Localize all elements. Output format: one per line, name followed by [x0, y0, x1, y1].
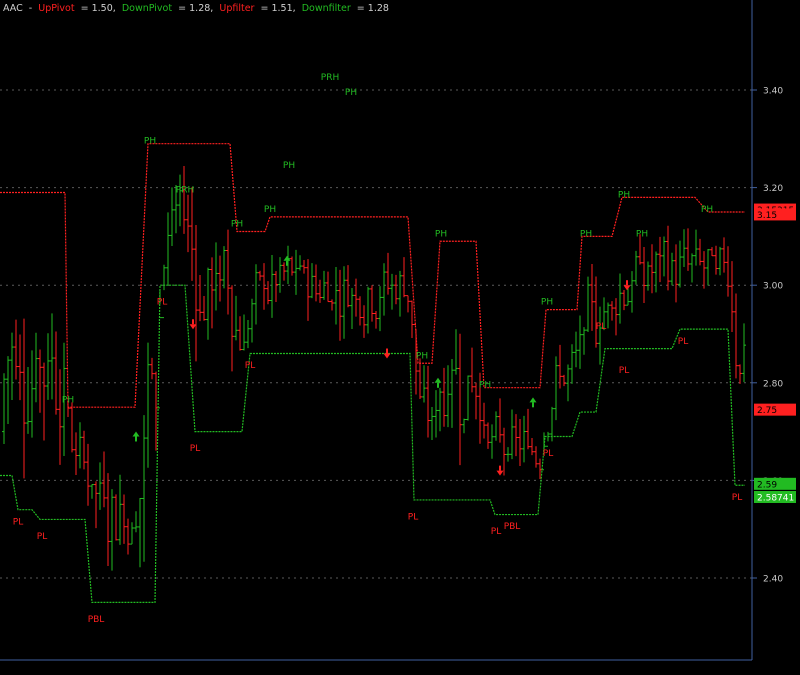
pivot-label: PH — [345, 88, 357, 98]
price-tag-label: 2.75 — [757, 406, 777, 416]
y-tick-label: 2.40 — [763, 575, 783, 585]
pivot-label: PL — [678, 337, 688, 347]
pivot-label: PL — [491, 527, 501, 537]
header-down-pivot-value: = 1.28, — [175, 3, 216, 14]
y-tick-label: 3.40 — [763, 87, 783, 97]
pivot-label: PH — [580, 229, 592, 239]
price-tag-label: 3.15 — [757, 211, 777, 221]
pivot-label: PL — [408, 512, 418, 522]
price-tag-label: 2.59 — [757, 480, 777, 490]
header-down-filter-label: Downfilter — [302, 3, 351, 14]
pivot-label: PH — [435, 229, 447, 239]
ohlc-chart[interactable]: PL PL PH PBL PH PL PRH PL PH PL PH PH PRH PH PL PH PH PH P… — [0, 0, 800, 671]
pivot-label: PH — [283, 161, 295, 171]
pivot-label: PL — [543, 449, 553, 459]
pivot-label: PRH — [176, 185, 194, 195]
chart-area[interactable]: PL PL PH PBL PH PL PRH PL PH PL PH PH PRH PH PL PH PH PH P… — [0, 0, 800, 671]
y-tick-label: 3.00 — [763, 282, 783, 292]
pivot-label: PL — [596, 322, 606, 332]
chart-header: AAC - UpPivot = 1.50, DownPivot = 1.28, … — [3, 3, 389, 14]
price-tag-label: 2.58741 — [757, 493, 794, 503]
pivot-label: PL — [157, 298, 167, 308]
header-up-pivot-value: = 1.50, — [78, 3, 119, 14]
pivot-label: PH — [636, 229, 648, 239]
header-up-pivot-label: UpPivot — [38, 3, 75, 14]
header-up-filter-label: Upfilter — [219, 3, 254, 14]
pivot-label: PL — [13, 517, 23, 527]
price-tag: 3.15 — [754, 208, 796, 221]
pivot-label: PL — [732, 493, 742, 503]
pivot-label: PL — [37, 532, 47, 542]
header-down-pivot-label: DownPivot — [122, 3, 173, 14]
price-tag: 2.59 — [754, 477, 796, 490]
header-down-filter-value: = 1.28 — [354, 3, 389, 14]
pivot-label: PRH — [321, 73, 339, 83]
pivot-label: PH — [144, 137, 156, 147]
pivot-label: PH — [701, 205, 713, 215]
header-up-filter-value: = 1.51, — [257, 3, 298, 14]
y-tick-label: 3.20 — [763, 184, 783, 194]
pivot-label: PH — [264, 205, 276, 215]
pivot-label: PL — [190, 444, 200, 454]
pivot-label: PL — [619, 366, 629, 376]
pivot-label: PBL — [504, 522, 521, 532]
pivot-label: PH — [416, 351, 428, 361]
pivot-label: PH — [62, 395, 74, 405]
pivot-label: PH — [618, 190, 630, 200]
pivot-label: PH — [231, 220, 243, 230]
y-tick-label: 2.80 — [763, 379, 783, 389]
pivot-label: PBL — [88, 615, 105, 625]
header-symbol: AAC — [3, 3, 23, 14]
price-tag: 2.75 — [754, 403, 796, 416]
pivot-label: PL — [245, 361, 255, 371]
header-separator: - — [26, 3, 35, 14]
price-tag: 2.58741 — [754, 490, 796, 503]
pivot-label: PH — [479, 381, 491, 391]
pivot-label: PH — [541, 298, 553, 308]
